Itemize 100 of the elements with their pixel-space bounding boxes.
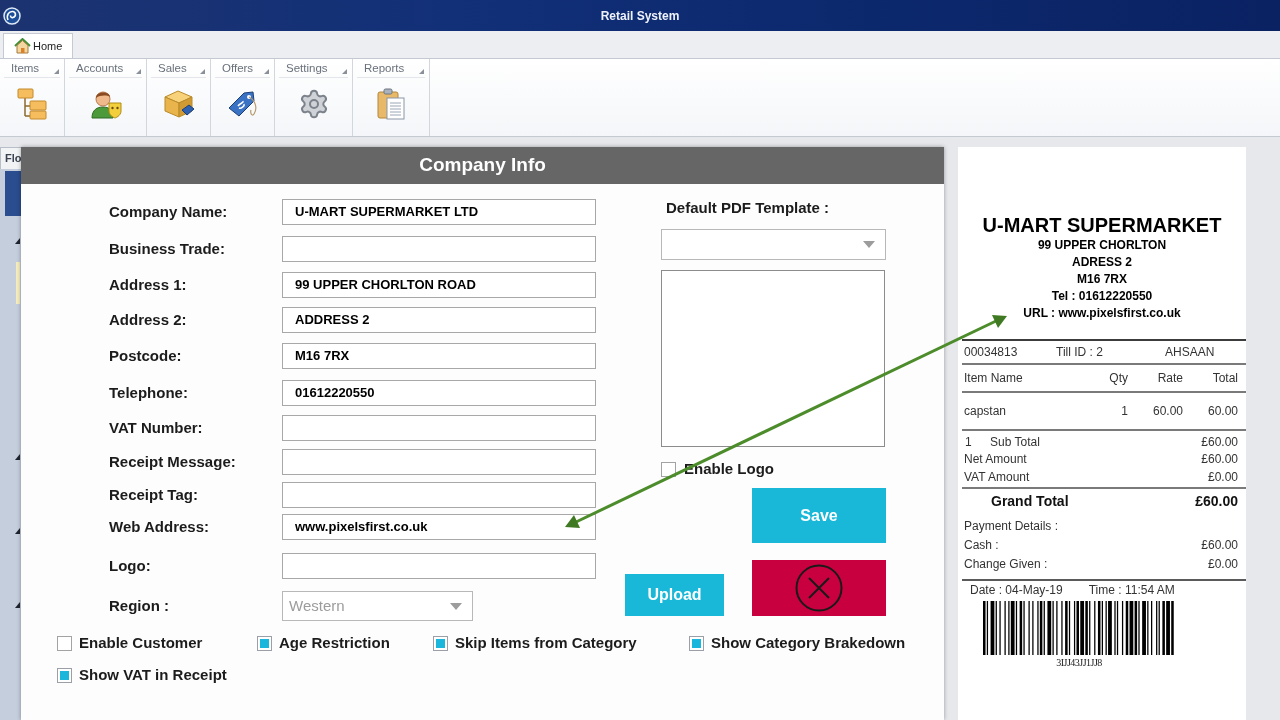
receipt-total-value: £60.00 (1201, 451, 1238, 469)
receipt-info-text: AHSAAN (1164, 344, 1216, 361)
field-label: Region : (109, 595, 170, 616)
checkbox-label: Enable Logo (684, 458, 774, 479)
expand-arrow-icon[interactable] (15, 238, 20, 244)
receipt-time: Time : 11:54 AM (1088, 582, 1175, 599)
receipt-header-line: Tel : 01612220550 (1050, 288, 1154, 305)
receipt-total-value: £60.00 (1201, 433, 1238, 451)
payment-label: Change Given : (964, 556, 1049, 573)
receipt-column-header: Total (1211, 370, 1238, 387)
grand-total-label: Grand Total (991, 492, 1070, 511)
checkbox[interactable] (689, 635, 704, 651)
store-name: U-MART SUPERMARKET (981, 213, 1223, 237)
text-field[interactable]: ADDRESS 2 (282, 307, 596, 333)
receipt-column-header: Rate (1156, 370, 1183, 387)
ribbon-group-label: Accounts (75, 60, 124, 76)
dialog-title: Company Info (419, 153, 546, 178)
ribbon-group-label: Items (10, 60, 40, 76)
checkbox[interactable] (257, 635, 272, 651)
text-field[interactable]: 99 UPPER CHORLTON ROAD (282, 272, 596, 298)
org-chart-icon[interactable] (17, 88, 47, 120)
receipt-item-rate: 60.00 (1151, 403, 1183, 420)
panel-header-bar (5, 171, 21, 216)
expand-arrow-icon[interactable] (15, 602, 20, 608)
circle-x-icon (795, 564, 843, 612)
receipt-header-line: ADRESS 2 (1071, 254, 1133, 271)
checkbox[interactable] (57, 667, 72, 683)
receipt-item-qty: 1 (1120, 403, 1128, 420)
ribbon-group-label: Sales (157, 60, 187, 76)
field-label: Web Address: (109, 516, 211, 537)
receipt-column-header: Item Name (964, 370, 1024, 387)
dialog-launcher-icon[interactable] (54, 68, 59, 74)
checkbox-label: Show VAT in Receipt (79, 664, 227, 685)
receipt-total-label: VAT Amount (964, 468, 1031, 486)
dialog-launcher-icon[interactable] (136, 68, 141, 74)
receipt-item-total: 60.00 (1206, 403, 1238, 420)
ribbon-group-label: Reports (363, 60, 405, 76)
receipt-total-label: Net Amount (964, 451, 1028, 469)
app-logo-icon (3, 6, 21, 25)
receipt-item-name: capstan (964, 403, 1008, 420)
text-field[interactable]: U-MART SUPERMARKET LTD (282, 199, 596, 225)
field-label: VAT Number: (109, 417, 204, 438)
receipt-info-text: 00034813 (964, 344, 1019, 361)
dialog-launcher-icon[interactable] (342, 68, 347, 74)
receipt-total-label: Sub Total (990, 433, 1041, 451)
text-field[interactable]: M16 7RX (282, 343, 596, 369)
expand-arrow-icon[interactable] (15, 528, 20, 534)
checkbox-label: Show Category Brakedown (711, 632, 906, 653)
clipboard-icon[interactable] (376, 88, 406, 120)
payment-label: Cash : (964, 537, 1000, 554)
field-label: Address 2: (109, 309, 188, 330)
list-highlight (16, 262, 20, 304)
field-label: Business Trade: (109, 238, 226, 259)
text-field[interactable] (282, 415, 596, 441)
checkbox[interactable] (433, 635, 448, 651)
ribbon-group-label: Offers (221, 60, 254, 76)
user-with-mask-icon[interactable] (89, 88, 122, 120)
template-dropdown[interactable] (661, 229, 886, 260)
receipt-header-line: 99 UPPER CHORLTON (1036, 237, 1168, 254)
field-label: Default PDF Template : (665, 199, 831, 217)
payment-value: £0.00 (1207, 556, 1238, 573)
field-label: Company Name: (109, 201, 229, 222)
receipt-date: Date : 04-May-19 (970, 582, 1063, 599)
text-field[interactable]: 01612220550 (282, 380, 596, 406)
caret-icon (450, 602, 462, 610)
text-field[interactable] (282, 482, 596, 508)
receipt-header-line: URL : www.pixelsfirst.co.uk (1022, 305, 1182, 322)
text-field[interactable] (282, 236, 596, 262)
field-label: Receipt Message: (109, 451, 237, 472)
checkbox-label: Skip Items from Category (455, 632, 637, 653)
receipt-column-header: Qty (1108, 370, 1128, 387)
ribbon-group-label: Settings (285, 60, 328, 76)
checkbox-label: Age Restriction (279, 632, 390, 653)
window-title: Retail System (600, 7, 680, 25)
checkbox[interactable] (661, 461, 676, 477)
field-label: Logo: (109, 555, 152, 576)
grand-total-value: £60.00 (1195, 492, 1238, 511)
box-with-tag-icon[interactable] (162, 88, 195, 120)
dialog-launcher-icon[interactable] (264, 68, 269, 74)
receipt-header-line: M16 7RX (1076, 271, 1128, 288)
expand-arrow-icon[interactable] (15, 454, 20, 460)
ribbon-tab[interactable]: Home (3, 33, 74, 58)
payment-details-title: Payment Details : (964, 518, 1060, 535)
field-label: Address 1: (109, 274, 188, 295)
text-field[interactable]: www.pixelsfirst.co.uk (282, 514, 596, 540)
text-field[interactable] (282, 449, 596, 475)
close-button[interactable] (752, 560, 886, 616)
text-field[interactable] (282, 553, 596, 579)
checkbox-label: Enable Customer (79, 632, 203, 653)
payment-value: £60.00 (1201, 537, 1238, 554)
home-icon (14, 38, 31, 54)
receipt-info-text: Till ID : 2 (1056, 344, 1104, 361)
receipt-line-count: 1 (964, 433, 973, 451)
dialog-launcher-icon[interactable] (419, 68, 424, 74)
receipt-total-value: £0.00 (1207, 468, 1238, 486)
dialog-launcher-icon[interactable] (200, 68, 205, 74)
caret-icon (863, 241, 875, 248)
field-label: Postcode: (109, 345, 183, 366)
field-label: Receipt Tag: (109, 484, 199, 505)
checkbox[interactable] (57, 635, 72, 651)
